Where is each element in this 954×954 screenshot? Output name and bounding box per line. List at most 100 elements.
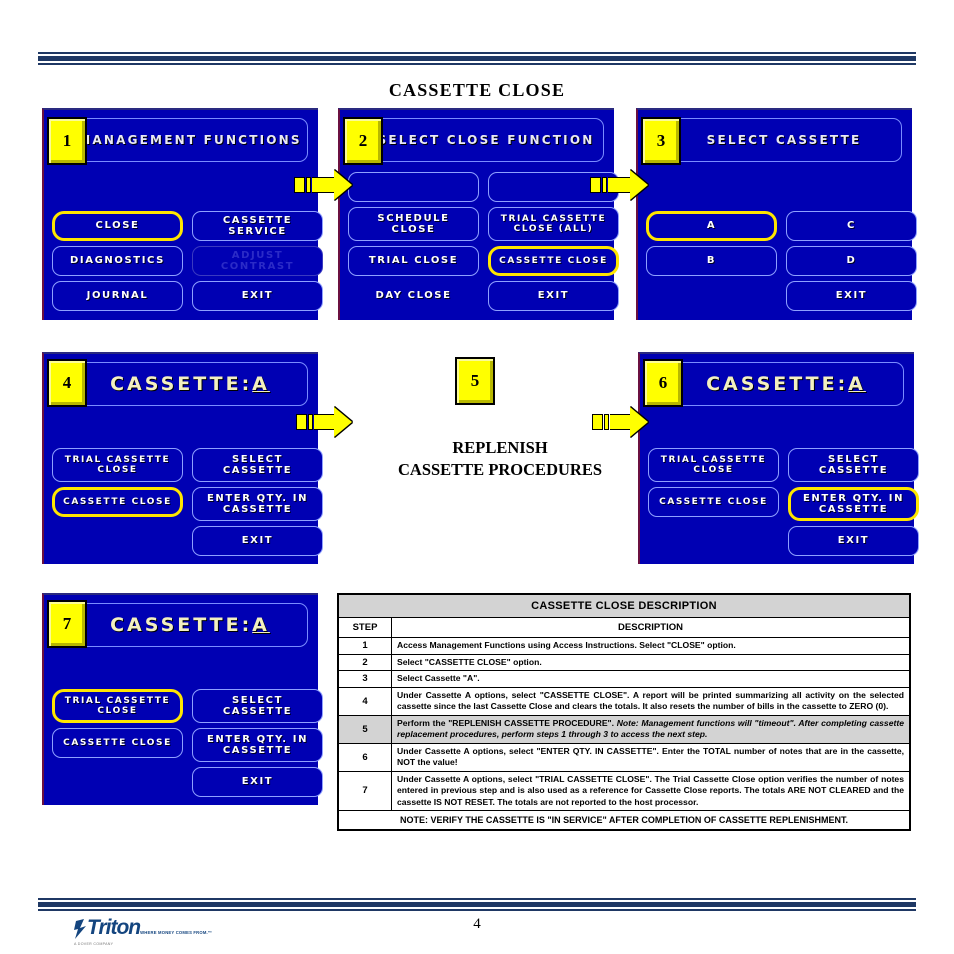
arrow-step5-to-step6: [592, 407, 648, 437]
button-label: ENTER QTY. IN CASSETTE: [206, 733, 309, 756]
screen-4-button-cassette-close[interactable]: CASSETTE CLOSE: [52, 487, 183, 517]
arrow-step1-to-step2: [294, 170, 352, 200]
arrow-tail-bar-2: [306, 177, 311, 193]
button-label: EXIT: [241, 535, 274, 547]
screen-1-button-journal[interactable]: JOURNAL: [52, 281, 183, 311]
screen-6-button-cassette-close[interactable]: CASSETTE CLOSE: [648, 487, 779, 517]
table-row: 2 Select "CASSETTE CLOSE" option.: [337, 653, 911, 672]
step-badge-number: 1: [62, 131, 72, 150]
table-column-header-row: STEP DESCRIPTION: [337, 617, 911, 638]
rule-line-thin2-bottom: [38, 909, 916, 911]
table-row: 7 Under Cassette A options, select "TRIAL…: [337, 770, 911, 812]
rule-line-thin-bottom: [38, 898, 916, 900]
step-badge-number: 5: [470, 371, 480, 390]
page-title: CASSETTE CLOSE: [388, 80, 566, 100]
arrow-head-icon: [334, 170, 352, 200]
table-cell-step: 2: [337, 653, 392, 672]
step-badge-3: 3: [641, 117, 681, 165]
screen-1-button-adjust-contrast[interactable]: ADJUST CONTRAST: [192, 246, 323, 276]
screen-3-button-b[interactable]: B: [646, 246, 777, 276]
screen-4-button-trial-cassette-close[interactable]: TRIAL CASSETTE CLOSE: [52, 448, 183, 482]
table-title-row: CASSETTE CLOSE DESCRIPTION: [337, 593, 911, 618]
screen-2-button-schedule-close[interactable]: SCHEDULE CLOSE: [348, 207, 479, 241]
step-badge-number: 2: [358, 131, 368, 150]
step-badge-5: 5: [455, 357, 495, 405]
button-label: CASSETTE CLOSE: [63, 496, 172, 507]
table-cell-description-italic: Note: Management functions will "timeout…: [397, 717, 904, 740]
table-row: 3 Select Cassette "A".: [337, 670, 911, 688]
screen-2-button-empty[interactable]: [348, 172, 479, 202]
table-cell-description: Select Cassette "A".: [391, 670, 911, 688]
screen-header-label: SELECT CLOSE FUNCTION: [377, 133, 595, 147]
cassette-close-description-table: CASSETTE CLOSE DESCRIPTION STEP DESCRIPTIO…: [337, 593, 911, 832]
screen-header-label: SELECT CASSETTE: [706, 133, 862, 147]
screen-6-button-enter-qty-in-cassette[interactable]: ENTER QTY. IN CASSETTE: [788, 487, 919, 521]
button-label: TRIAL CASSETTE CLOSE: [64, 454, 171, 475]
screen-header-step-7: CASSETTE:A: [72, 603, 308, 647]
screen-1-button-cassette-service[interactable]: CASSETTE SERVICE: [192, 211, 323, 241]
arrow-step2-to-step3: [590, 170, 648, 200]
screen-7-button-trial-cassette-close[interactable]: TRIAL CASSETTE CLOSE: [52, 689, 183, 723]
screen-1-button-close[interactable]: CLOSE: [52, 211, 183, 241]
screen-7-button-select-cassette[interactable]: SELECT CASSETTE: [192, 689, 323, 723]
button-label: JOURNAL: [86, 290, 149, 302]
button-label: CASSETTE CLOSE: [499, 255, 608, 266]
screen-3-button-exit[interactable]: EXIT: [786, 281, 917, 311]
screen-6-button-exit[interactable]: EXIT: [788, 526, 919, 556]
button-label: EXIT: [241, 776, 274, 788]
screen-4-button-enter-qty-in-cassette[interactable]: ENTER QTY. IN CASSETTE: [192, 487, 323, 521]
screen-4-button-select-cassette[interactable]: SELECT CASSETTE: [192, 448, 323, 482]
button-label: SELECT CASSETTE: [222, 694, 293, 717]
button-label: TRIAL CASSETTE CLOSE: [64, 695, 171, 716]
table-cell-step: 7: [337, 770, 392, 812]
screen-2-button-trial-cassette-close-all[interactable]: TRIAL CASSETTE CLOSE (ALL): [488, 207, 619, 241]
screen-4-button-exit[interactable]: EXIT: [192, 526, 323, 556]
screen-3-button-d[interactable]: D: [786, 246, 917, 276]
screen-6-button-select-cassette[interactable]: SELECT CASSETTE: [788, 448, 919, 482]
button-label: TRIAL CASSETTE CLOSE: [660, 454, 767, 475]
screen-1-button-diagnostics[interactable]: DIAGNOSTICS: [52, 246, 183, 276]
screen-2-button-cassette-close[interactable]: CASSETTE CLOSE: [488, 246, 619, 276]
arrow-shaft: [312, 177, 334, 193]
screen-2-button-exit[interactable]: EXIT: [488, 281, 619, 311]
button-label: EXIT: [537, 290, 570, 302]
step-badge-number: 4: [62, 373, 72, 392]
arrow-head-icon: [630, 407, 648, 437]
button-label: CASSETTE CLOSE: [659, 496, 768, 507]
table-cell-description: Under Cassette A options, select "CASSET…: [391, 686, 911, 716]
rule-line-thick-bottom: [38, 902, 916, 907]
screen-7-button-enter-qty-in-cassette[interactable]: ENTER QTY. IN CASSETTE: [192, 728, 323, 762]
screen-3-button-a[interactable]: A: [646, 211, 777, 241]
arrow-tail-bar-1: [592, 414, 603, 430]
button-label: TRIAL CASSETTE CLOSE (ALL): [500, 213, 607, 234]
screen-1-button-exit[interactable]: EXIT: [192, 281, 323, 311]
screen-2-button-trial-close[interactable]: TRIAL CLOSE: [348, 246, 479, 276]
arrow-tail-bar-1: [294, 177, 305, 193]
screen-header-label: CASSETTE:A: [110, 614, 270, 636]
screen-2-button-day-close[interactable]: DAY CLOSE: [348, 281, 479, 311]
table-row: 6 Under Cassette A options, select "ENTER…: [337, 742, 911, 772]
button-label: CLOSE: [95, 220, 140, 232]
screen-header-step-4: CASSETTE:A: [72, 362, 308, 406]
rule-line-thick-top: [38, 56, 916, 61]
screen-header-step-3: SELECT CASSETTE: [666, 118, 902, 162]
button-label: DAY CLOSE: [375, 290, 452, 302]
table-cell-step: 5: [337, 714, 392, 744]
rule-line-thin-top: [38, 52, 916, 54]
table-cell-step: 6: [337, 742, 392, 772]
button-label: SELECT CASSETTE: [818, 453, 889, 476]
screen-3-button-c[interactable]: C: [786, 211, 917, 241]
page-number: 4: [473, 916, 481, 932]
screen-7-button-cassette-close[interactable]: CASSETTE CLOSE: [52, 728, 183, 758]
step-badge-4: 4: [47, 359, 87, 407]
step-badge-2: 2: [343, 117, 383, 165]
button-label: ADJUST CONTRAST: [220, 249, 295, 272]
table-row: 4 Under Cassette A options, select "CASSE…: [337, 686, 911, 716]
screen-7-button-exit[interactable]: EXIT: [192, 767, 323, 797]
button-label: EXIT: [241, 290, 274, 302]
button-label: DIAGNOSTICS: [70, 255, 165, 267]
screen-6-button-trial-cassette-close[interactable]: TRIAL CASSETTE CLOSE: [648, 448, 779, 482]
arrow-tail-bar-1: [590, 177, 601, 193]
screen-header-step-2: SELECT CLOSE FUNCTION: [368, 118, 604, 162]
table-cell-description: Under Cassette A options, select "ENTER …: [391, 742, 911, 772]
